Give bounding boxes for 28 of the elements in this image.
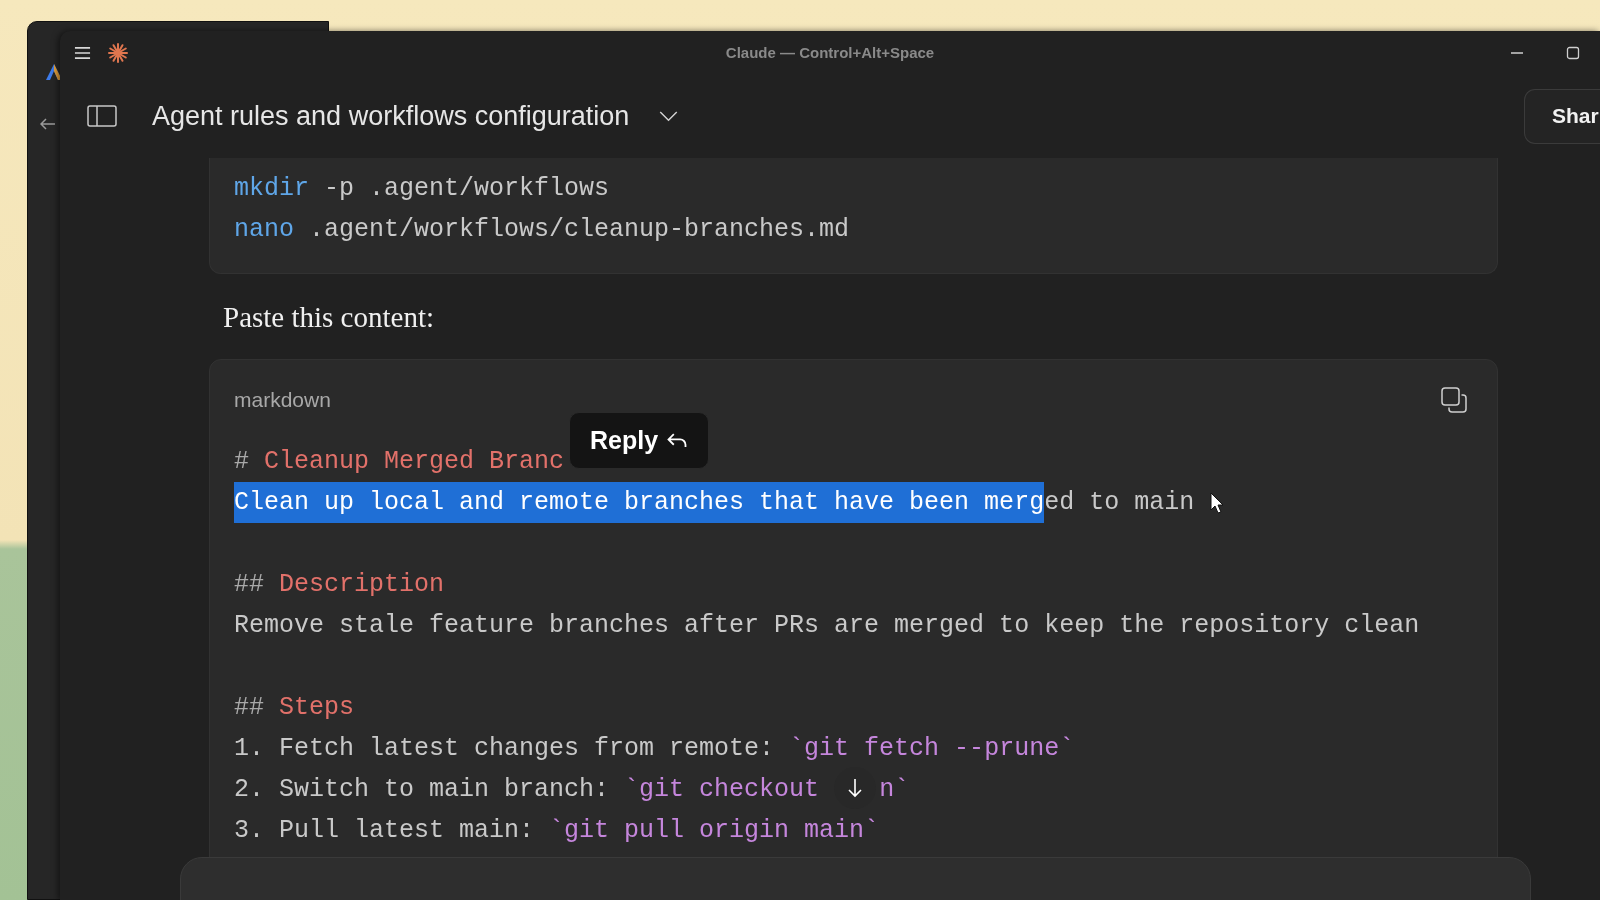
code-line: mkdir -p .agent/workflows	[234, 173, 610, 205]
back-arrow-icon[interactable]	[40, 118, 56, 130]
code-line: 1. Fetch latest changes from remote: `git fetch --prune`	[234, 733, 1075, 765]
code-text: 2. Switch to main branch: `git checkout	[234, 775, 820, 804]
code-line: # Cleanup Merged Branc	[234, 446, 565, 478]
reply-button[interactable]: Reply	[569, 412, 710, 469]
code-text: n`	[879, 775, 910, 804]
asterisk-logo-icon	[108, 42, 128, 63]
reply-arrow-icon	[666, 432, 689, 449]
arrow-down-icon	[847, 778, 863, 798]
conversation-title[interactable]: Agent rules and workflows configuration	[152, 100, 630, 132]
language-label: markdown	[234, 388, 331, 412]
code-line: ## Steps	[234, 692, 355, 724]
code-line: nano .agent/workflows/cleanup-branches.md	[234, 214, 850, 246]
mouse-pointer-icon	[1210, 492, 1224, 514]
menu-icon[interactable]	[74, 45, 91, 60]
paragraph: Paste this content:	[223, 300, 436, 335]
maximize-icon[interactable]	[1566, 45, 1580, 60]
code-text: ed to main	[1044, 488, 1195, 517]
sidebar-toggle-icon[interactable]	[87, 105, 117, 127]
code-line: ## Description	[234, 569, 445, 601]
chevron-down-icon[interactable]	[659, 110, 679, 122]
share-button[interactable]: Shar	[1524, 88, 1600, 144]
code-line: Remove stale feature branches after PRs are merged to keep the repository clean	[234, 610, 1420, 642]
selected-text: Clean up local and remote branches that have been merg	[234, 482, 1045, 523]
code-line: 3. Pull latest main: `git pull origin main`	[234, 815, 880, 847]
window-title: Claude — Control+Alt+Space	[725, 44, 935, 61]
copy-icon[interactable]	[1441, 387, 1467, 413]
